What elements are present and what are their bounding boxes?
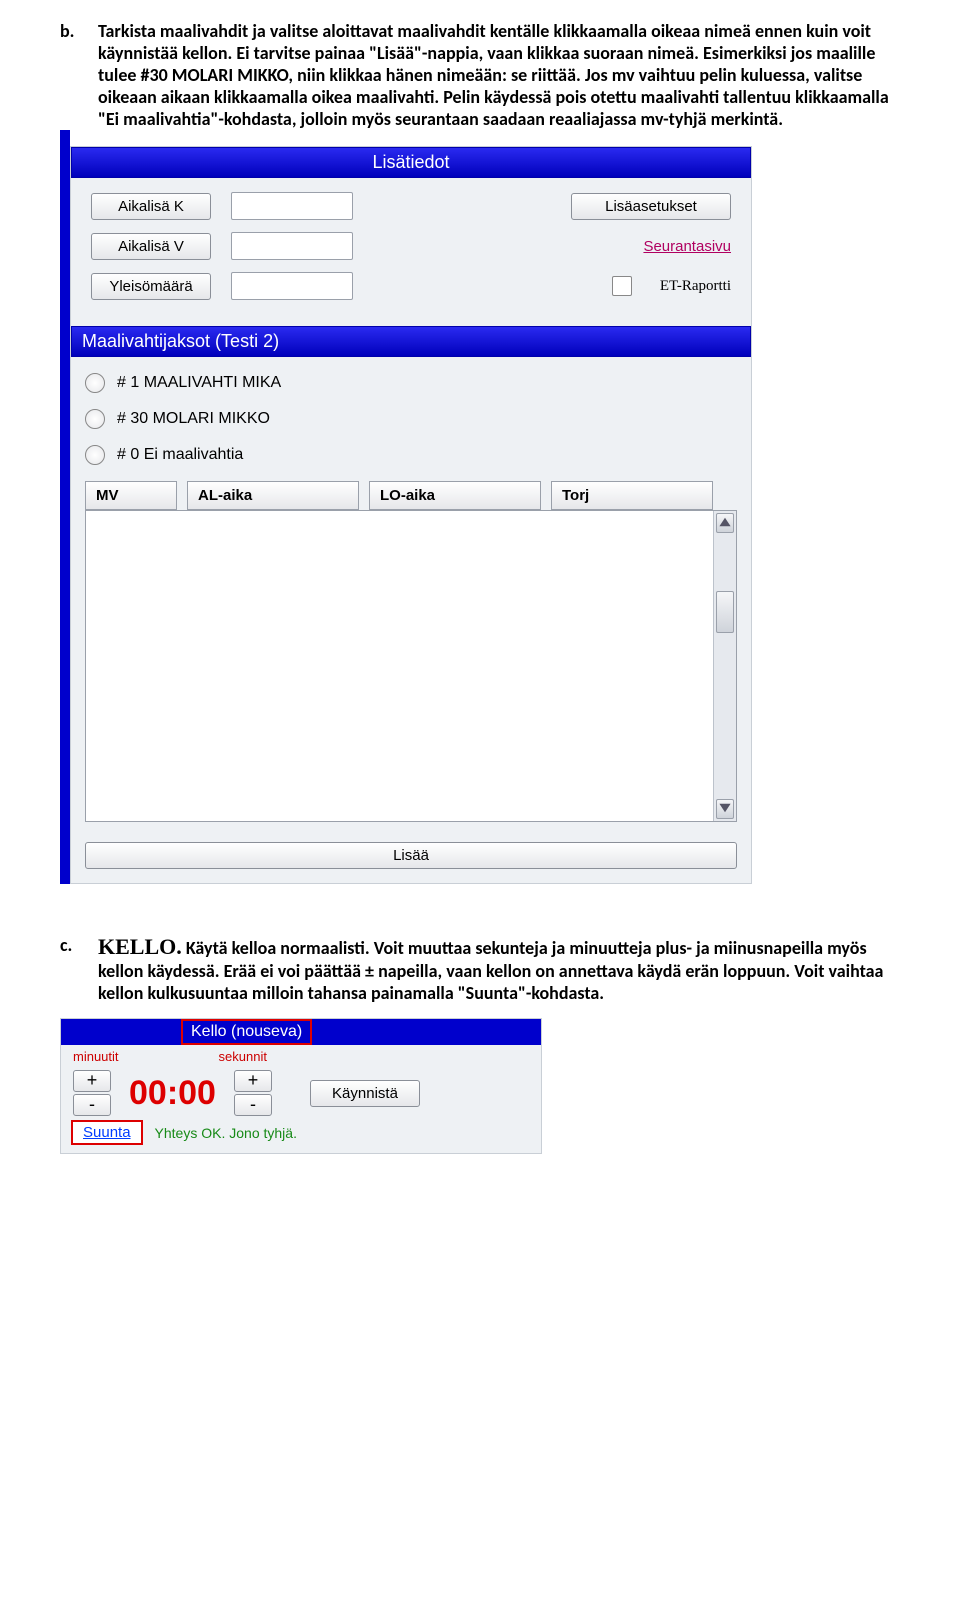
col-lo: LO-aika: [369, 481, 541, 510]
scrollbar[interactable]: [713, 511, 736, 821]
lisatiedot-title: Lisätiedot: [71, 147, 751, 178]
col-al: AL-aika: [187, 481, 359, 510]
mv-table-body: [85, 510, 737, 822]
radio-icon: [85, 373, 105, 393]
screenshot-lisatiedot: Lisätiedot Aikalisä K Lisäasetukset Aika…: [70, 146, 752, 884]
clock-header-fill: [312, 1019, 541, 1045]
yleisomaara-button[interactable]: Yleisömäärä: [91, 273, 211, 300]
status-text: Yhteys OK. Jono tyhjä.: [155, 1125, 297, 1141]
mv-title: Maalivahtijaksot (Testi 2): [71, 326, 751, 357]
min-plus-button[interactable]: +: [73, 1070, 111, 1092]
list-marker-c: c.: [60, 934, 98, 1004]
section-b-text: Tarkista maalivahdit ja valitse aloittav…: [98, 20, 900, 130]
et-raportti-label: ET-Raportti: [660, 278, 731, 295]
scroll-down-icon[interactable]: [716, 799, 734, 819]
mv-option-1-label: # 1 MAALIVAHTI MIKA: [117, 374, 281, 392]
mv-option-1[interactable]: # 1 MAALIVAHTI MIKA: [85, 373, 737, 393]
scroll-up-icon[interactable]: [716, 513, 734, 533]
radio-icon: [85, 409, 105, 429]
aikalisa-v-button[interactable]: Aikalisä V: [91, 233, 211, 260]
suunta-button[interactable]: Suunta: [71, 1120, 143, 1145]
sec-plus-button[interactable]: +: [234, 1070, 272, 1092]
aikalisa-k-field[interactable]: [231, 192, 353, 220]
min-minus-button[interactable]: -: [73, 1094, 111, 1116]
kello-heading: KELLO.: [98, 934, 182, 959]
clock-title: Kello (nouseva): [181, 1019, 312, 1045]
mv-option-3-label: # 0 Ei maalivahtia: [117, 446, 243, 464]
radio-icon: [85, 445, 105, 465]
clock-time: 00:00: [129, 1074, 216, 1113]
mv-option-2-label: # 30 MOLARI MIKKO: [117, 410, 270, 428]
col-torj: Torj: [551, 481, 713, 510]
lisaasetukset-button[interactable]: Lisäasetukset: [571, 193, 731, 220]
scroll-thumb[interactable]: [716, 591, 734, 633]
mv-option-2[interactable]: # 30 MOLARI MIKKO: [85, 409, 737, 429]
section-c-text: KELLO. Käytä kelloa normaalisti. Voit mu…: [98, 934, 900, 1004]
start-button[interactable]: Käynnistä: [310, 1080, 420, 1107]
list-marker-b: b.: [60, 20, 98, 130]
aikalisa-k-button[interactable]: Aikalisä K: [91, 193, 211, 220]
seurantasivu-link[interactable]: Seurantasivu: [643, 238, 731, 255]
yleisomaara-field[interactable]: [231, 272, 353, 300]
minutes-label: minuutit: [73, 1049, 119, 1064]
aikalisa-v-field[interactable]: [231, 232, 353, 260]
seconds-label: sekunnit: [219, 1049, 267, 1064]
mv-option-3[interactable]: # 0 Ei maalivahtia: [85, 445, 737, 465]
et-raportti-checkbox[interactable]: [612, 276, 632, 296]
sec-minus-button[interactable]: -: [234, 1094, 272, 1116]
left-blue-strip: [60, 130, 70, 884]
lisaa-button[interactable]: Lisää: [85, 842, 737, 869]
col-mv: MV: [85, 481, 177, 510]
screenshot-clock: Kello (nouseva) minuutit sekunnit + - 00…: [60, 1018, 542, 1154]
section-c-body: Käytä kelloa normaalisti. Voit muuttaa s…: [98, 937, 883, 1004]
clock-header-pad: [61, 1019, 181, 1045]
